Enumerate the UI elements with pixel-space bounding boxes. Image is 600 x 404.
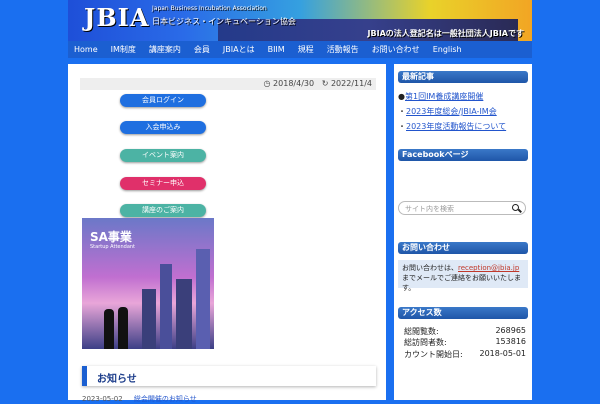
recent-posts-heading: 最新記事 bbox=[398, 71, 528, 83]
news-date: 2023-05-02 bbox=[82, 395, 123, 403]
sa-promo-image[interactable]: SA事業 Startup Attendant bbox=[82, 218, 214, 349]
stat-label: 総訪問者数: bbox=[404, 338, 447, 347]
recent-post-title[interactable]: 第1回IM養成講座開催 bbox=[405, 92, 483, 101]
header-tagline: JBIAの法人登記名は一般社団法人JBIAです bbox=[367, 29, 524, 38]
building-shape bbox=[196, 249, 210, 349]
recent-post-link[interactable]: ・2023年度活動報告について bbox=[398, 121, 506, 132]
recent-post-title[interactable]: 2023年度総会/JBIA-IM会 bbox=[406, 107, 497, 116]
bullet: ● bbox=[398, 92, 405, 101]
building-shape bbox=[142, 289, 156, 349]
sidebar: 最新記事 ●第1回IM養成講座開催 ・2023年度総会/JBIA-IM会 ・20… bbox=[394, 64, 532, 400]
site-logo[interactable]: JBIA bbox=[84, 3, 150, 32]
refresh-icon: ↻ bbox=[321, 79, 329, 88]
contact-rest: までメールでご連絡をお願いいたします。 bbox=[402, 274, 521, 292]
search-input[interactable]: サイト内を検索 bbox=[398, 201, 526, 215]
search-placeholder: サイト内を検索 bbox=[405, 205, 454, 213]
nav-item-biim[interactable]: BIIM bbox=[268, 45, 285, 54]
nav-item-home[interactable]: Home bbox=[74, 45, 98, 54]
stats-heading: アクセス数 bbox=[398, 307, 528, 319]
nav-item-contact[interactable]: お問い合わせ bbox=[372, 44, 420, 55]
contact-heading: お問い合わせ bbox=[398, 242, 528, 254]
building-shape bbox=[160, 264, 172, 349]
site-header: JBIA Japan Business Incubation Associati… bbox=[68, 0, 532, 41]
stat-value: 153816 bbox=[495, 337, 526, 346]
stat-value: 268965 bbox=[495, 326, 526, 335]
stat-row: 総閲覧数: 268965 bbox=[404, 326, 526, 337]
search-icon[interactable] bbox=[512, 204, 519, 211]
post-date-bar: ◷ 2018/4/30 ↻ 2022/11/4 bbox=[80, 78, 376, 90]
course-button[interactable]: 講座のご案内 bbox=[120, 204, 206, 217]
nav-item-about[interactable]: JBIAとは bbox=[223, 44, 255, 55]
main-nav: Home IM制度 講座案内 会員 JBIAとは BIIM 規程 活動報告 お問… bbox=[68, 41, 532, 58]
contact-box: お問い合わせは、reception@jbia.jp までメールでご連絡をお願いいた… bbox=[398, 260, 528, 292]
clock-icon: ◷ bbox=[263, 79, 271, 88]
person-silhouette bbox=[104, 309, 114, 349]
seminar-button[interactable]: セミナー申込 bbox=[120, 177, 206, 190]
logo-japanese-name: 日本ビジネス・インキュベーション協会 bbox=[152, 17, 296, 26]
nav-item-members[interactable]: 会員 bbox=[194, 44, 210, 55]
stat-value: 2018-05-01 bbox=[479, 349, 527, 358]
news-heading: お知らせ bbox=[82, 366, 376, 386]
event-button[interactable]: イベント案内 bbox=[120, 149, 206, 162]
updated-date: 2022/11/4 bbox=[330, 79, 372, 88]
contact-lead: お問い合わせは、 bbox=[402, 264, 458, 272]
promo-subtitle: Startup Attendant bbox=[90, 244, 136, 250]
promo-title: SA事業 bbox=[90, 230, 132, 244]
nav-item-rules[interactable]: 規程 bbox=[298, 44, 314, 55]
news-heading-text: お知らせ bbox=[97, 374, 137, 385]
published-date: 2018/4/30 bbox=[273, 79, 315, 88]
join-button[interactable]: 入会申込み bbox=[120, 121, 206, 134]
stat-row: 総訪問者数: 153816 bbox=[404, 337, 526, 348]
stat-label: 総閲覧数: bbox=[404, 327, 439, 336]
news-item[interactable]: 2023-05-02 総会開催のお知らせ bbox=[82, 394, 197, 404]
bullet: ・ bbox=[398, 122, 406, 131]
nav-item-courses[interactable]: 講座案内 bbox=[149, 44, 181, 55]
contact-email-link[interactable]: reception@jbia.jp bbox=[458, 264, 519, 272]
member-login-button[interactable]: 会員ログイン bbox=[120, 94, 206, 107]
stat-label: カウント開始日: bbox=[404, 350, 463, 359]
main-content: ◷ 2018/4/30 ↻ 2022/11/4 会員ログイン 入会申込み イベン… bbox=[68, 64, 386, 403]
nav-item-reports[interactable]: 活動報告 bbox=[327, 44, 359, 55]
news-title[interactable]: 総会開催のお知らせ bbox=[134, 395, 197, 403]
stat-row: カウント開始日: 2018-05-01 bbox=[404, 349, 526, 360]
recent-post-title[interactable]: 2023年度活動報告について bbox=[406, 122, 506, 131]
facebook-heading: Facebookページ bbox=[398, 149, 528, 161]
bullet: ・ bbox=[398, 107, 406, 116]
nav-item-english[interactable]: English bbox=[433, 45, 462, 54]
logo-english-name: Japan Business Incubation Association bbox=[152, 5, 267, 12]
building-shape bbox=[176, 279, 192, 349]
person-silhouette bbox=[118, 307, 128, 349]
nav-item-im[interactable]: IM制度 bbox=[111, 44, 136, 55]
recent-post-link[interactable]: ・2023年度総会/JBIA-IM会 bbox=[398, 106, 497, 117]
recent-post-link[interactable]: ●第1回IM養成講座開催 bbox=[398, 91, 483, 102]
